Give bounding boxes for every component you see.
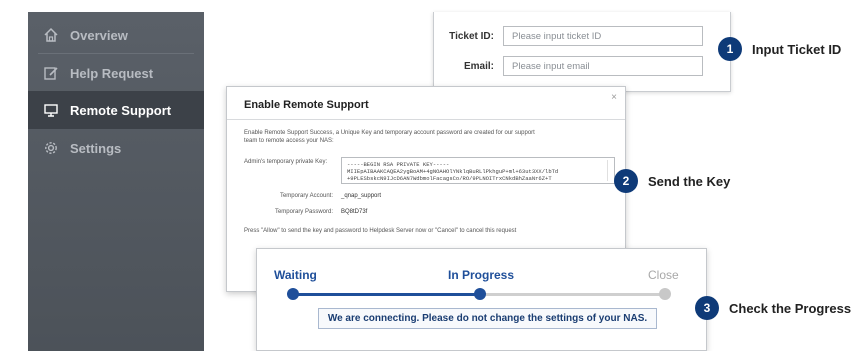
- ticket-form-card: Ticket ID: Please input ticket ID Email:…: [433, 12, 731, 92]
- divider: [227, 119, 625, 120]
- temporary-account-value: _qnap_support: [341, 193, 382, 199]
- callout-text-1: Input Ticket ID: [752, 42, 842, 57]
- sidebar-item-overview[interactable]: Overview: [28, 16, 204, 54]
- sidebar-item-help-request[interactable]: Help Request: [28, 54, 204, 92]
- sidebar-nav: Overview Help Request Remote Support Set…: [28, 12, 204, 351]
- callout-text-3: Check the Progress: [729, 301, 852, 316]
- email-label: Email:: [463, 61, 494, 72]
- ticket-id-label: Ticket ID:: [449, 31, 494, 42]
- dialog-description-line1: Enable Remote Support Success, a Unique …: [244, 130, 535, 136]
- temporary-account-label: Temporary Account:: [279, 193, 333, 199]
- progress-track-pending: [481, 293, 665, 296]
- close-icon[interactable]: ×: [611, 92, 617, 103]
- sidebar-item-label: Overview: [70, 27, 128, 43]
- email-input[interactable]: Please input email: [503, 56, 703, 76]
- dialog-description-line2: team to remote access your NAS:: [244, 138, 334, 144]
- home-icon: [42, 26, 60, 44]
- scrollbar[interactable]: [607, 160, 612, 181]
- sidebar-item-label: Help Request: [70, 65, 154, 81]
- callout-badge-1: 1: [718, 37, 742, 61]
- step-in-progress-dot: [474, 288, 486, 300]
- private-key-textarea[interactable]: -----BEGIN RSA PRIVATE KEY----- MIIEpAIB…: [341, 157, 615, 184]
- key-line: -----BEGIN RSA PRIVATE KEY-----: [347, 161, 450, 168]
- step-waiting-label: Waiting: [274, 268, 317, 282]
- allow-note: Press "Allow" to send the key and passwo…: [244, 228, 517, 234]
- sidebar-item-remote-support[interactable]: Remote Support: [28, 91, 204, 129]
- private-key-label: Admin's temporary private Key:: [244, 159, 328, 165]
- sidebar-item-settings[interactable]: Settings: [28, 129, 204, 167]
- step-close-label: Close: [648, 268, 679, 282]
- status-message: We are connecting. Please do not change …: [318, 308, 657, 329]
- key-line: MIIEpAIBAAKCAQEA2ygBoAM+4gNOAHOlYNklqBuR…: [347, 168, 559, 175]
- key-line: +9PLESbskcN9IJcD6AN7WdbmolFacagsCo/RO/9P…: [347, 175, 552, 182]
- step-waiting-dot: [287, 288, 299, 300]
- progress-card: Waiting In Progress Close We are connect…: [256, 248, 707, 351]
- gear-icon: [42, 139, 60, 157]
- temporary-password-value: BQ8tD73f: [341, 209, 368, 215]
- ticket-id-input[interactable]: Please input ticket ID: [503, 26, 703, 46]
- progress-track-complete: [293, 293, 481, 296]
- sidebar-item-label: Remote Support: [70, 102, 172, 118]
- monitor-icon: [42, 101, 60, 119]
- callout-badge-2: 2: [614, 169, 638, 193]
- callout-text-2: Send the Key: [648, 174, 731, 189]
- dialog-title: Enable Remote Support: [244, 99, 369, 111]
- edit-icon: [42, 64, 60, 82]
- temporary-password-label: Temporary Password:: [274, 209, 333, 215]
- step-in-progress-label: In Progress: [448, 268, 515, 282]
- callout-badge-3: 3: [695, 296, 719, 320]
- step-close-dot: [659, 288, 671, 300]
- sidebar-item-label: Settings: [70, 140, 122, 156]
